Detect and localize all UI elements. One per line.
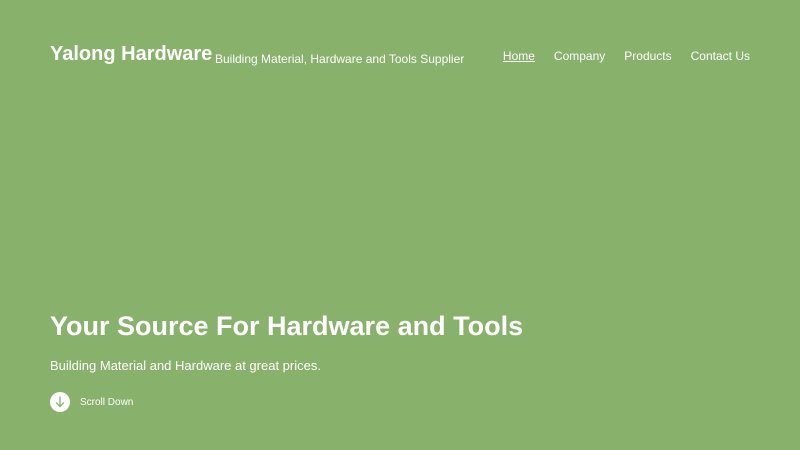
- scroll-down-button[interactable]: Scroll Down: [50, 392, 133, 412]
- nav-item-contact-us[interactable]: Contact Us: [691, 49, 750, 63]
- page: Yalong Hardware Building Material, Hardw…: [0, 0, 800, 450]
- nav-item-company[interactable]: Company: [554, 49, 605, 63]
- site-tagline: Building Material, Hardware and Tools Su…: [215, 52, 465, 66]
- nav-item-products[interactable]: Products: [624, 49, 671, 63]
- nav-item-home[interactable]: Home: [503, 49, 535, 63]
- scroll-down-label: Scroll Down: [80, 396, 134, 408]
- site-header: Yalong Hardware Building Material, Hardw…: [0, 0, 800, 112]
- main-nav: Home Company Products Contact Us: [503, 49, 750, 63]
- site-title-link[interactable]: Yalong Hardware: [50, 43, 212, 66]
- hero-title: Your Source For Hardware and Tools: [50, 311, 524, 341]
- scroll-down-circle: [50, 392, 70, 412]
- hero-subtitle: Building Material and Hardware at great …: [50, 358, 321, 373]
- hero-section: Your Source For Hardware and Tools Build…: [50, 306, 750, 373]
- arrow-down-icon: [55, 396, 65, 408]
